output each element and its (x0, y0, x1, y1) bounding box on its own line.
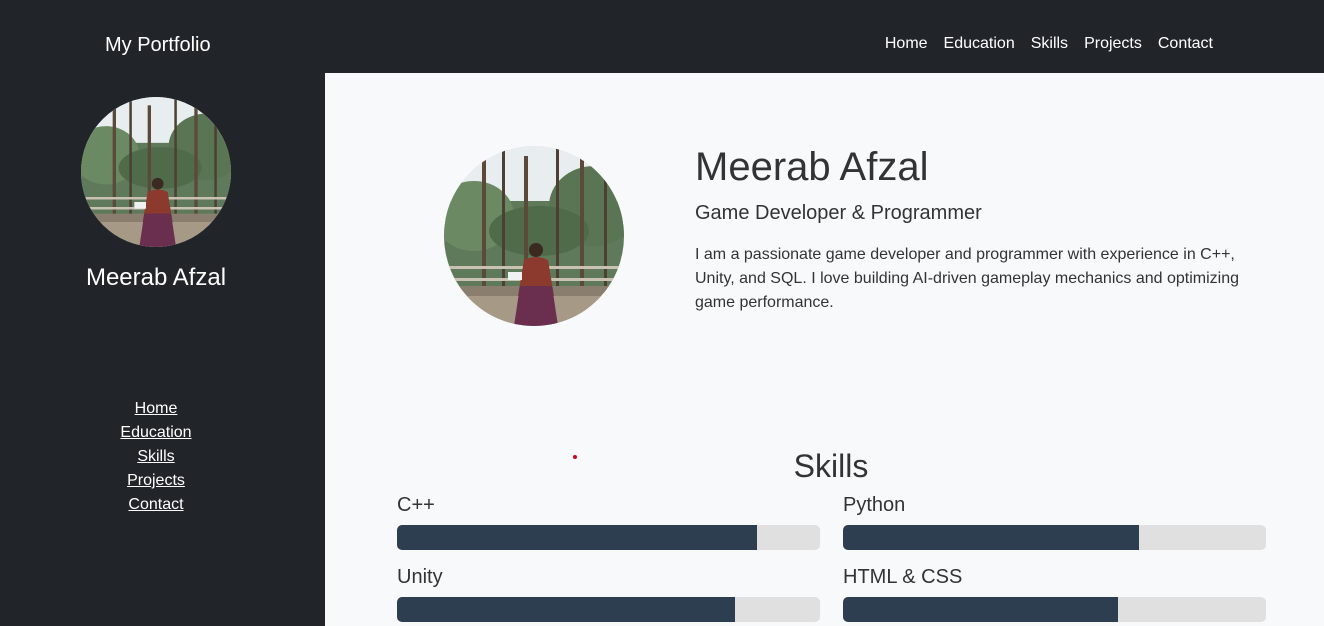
skill-label: Python (843, 494, 906, 516)
brand-title[interactable]: My Portfolio (105, 32, 211, 58)
top-nav: Home Education Skills Projects Contact (885, 34, 1213, 54)
skill-bar-fill (843, 525, 1140, 550)
hero-avatar (444, 146, 624, 326)
top-navbar: My Portfolio Home Education Skills Proje… (0, 0, 1324, 73)
skill-item: Python (843, 493, 1266, 550)
top-nav-home-link[interactable]: Home (885, 34, 928, 54)
skill-bar (397, 597, 820, 622)
top-nav-projects-link[interactable]: Projects (1084, 34, 1142, 54)
sidebar-avatar (81, 97, 231, 247)
sidebar-nav-projects-link[interactable]: Projects (127, 469, 185, 493)
profile-photo-icon (444, 146, 624, 326)
skill-label: C++ (397, 494, 435, 516)
sidebar-nav-education-link[interactable]: Education (120, 421, 191, 445)
sidebar-nav-home-link[interactable]: Home (135, 397, 178, 421)
main-content: Meerab Afzal Game Developer & Programmer… (325, 73, 1324, 626)
skill-item: Unity (397, 565, 820, 622)
skill-bar-fill (397, 597, 736, 622)
sidebar-name: Meerab Afzal (85, 264, 227, 291)
skill-bar (397, 525, 820, 550)
sidebar-nav-skills-link[interactable]: Skills (137, 445, 174, 469)
sidebar-nav: Home Education Skills Projects Contact (0, 397, 312, 517)
skill-bar-fill (397, 525, 757, 550)
skill-bar (843, 597, 1266, 622)
skill-label: Unity (397, 566, 443, 588)
skill-label: HTML & CSS (843, 566, 963, 588)
skill-bar (843, 525, 1266, 550)
hero-role: Game Developer & Programmer (695, 202, 982, 224)
top-nav-contact-link[interactable]: Contact (1158, 34, 1213, 54)
skill-bar-fill (843, 597, 1118, 622)
profile-photo-icon (81, 97, 231, 247)
hero-bio: I am a passionate game developer and pro… (695, 246, 1239, 311)
hero-name: Meerab Afzal (695, 145, 929, 189)
skill-item: HTML & CSS (843, 565, 1266, 622)
top-nav-skills-link[interactable]: Skills (1031, 34, 1068, 54)
skills-title: Skills (793, 448, 869, 484)
skill-item: C++ (397, 493, 820, 550)
sidebar-nav-contact-link[interactable]: Contact (128, 493, 183, 517)
top-nav-education-link[interactable]: Education (944, 34, 1015, 54)
sidebar: Meerab Afzal Home Education Skills Proje… (0, 73, 325, 626)
